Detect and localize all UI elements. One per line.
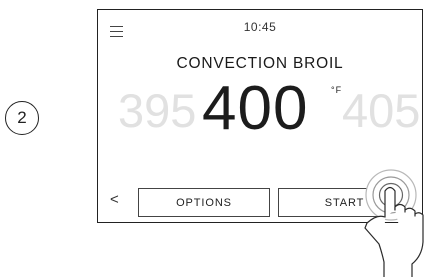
- temperature-unit: °F: [331, 85, 343, 95]
- cooking-mode-title: CONVECTION BROIL: [176, 55, 344, 72]
- options-button[interactable]: OPTIONS: [138, 188, 270, 217]
- temperature-previous[interactable]: 395: [118, 87, 196, 134]
- clock-time: 10:45: [243, 20, 277, 34]
- step-number-badge: 2: [5, 101, 39, 135]
- temperature-selector[interactable]: 395 400 °F 405: [98, 78, 422, 148]
- step-number: 2: [17, 108, 27, 127]
- tapping-hand-icon: [364, 169, 424, 277]
- temperature-current: 400: [202, 74, 309, 143]
- chevron-left-icon[interactable]: <: [110, 192, 119, 207]
- temperature-next[interactable]: 405: [342, 87, 420, 134]
